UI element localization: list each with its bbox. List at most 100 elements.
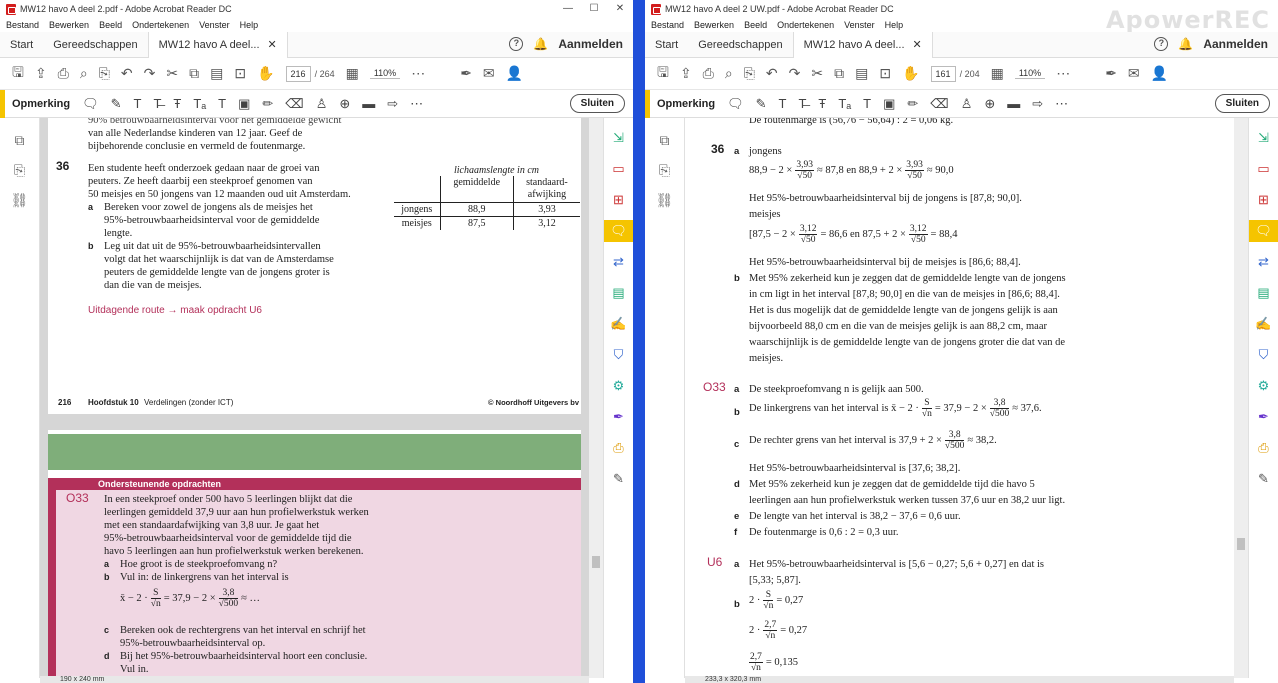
attach-file-icon[interactable]: ⊕ — [339, 96, 350, 112]
arrow-icon[interactable]: ⇨ — [1032, 96, 1043, 112]
add-text-icon[interactable]: T — [218, 96, 226, 111]
close-window-button[interactable]: ✕ — [607, 0, 633, 18]
save-icon[interactable]: 🖫 — [657, 62, 669, 86]
fit-icon[interactable]: ▦ — [346, 65, 359, 82]
text-icon[interactable]: T — [134, 96, 142, 111]
add-user-icon[interactable]: 👤 — [1151, 65, 1168, 82]
protect-icon[interactable]: ⛉ — [604, 344, 633, 366]
document-viewport[interactable]: 90% betrouwbaarheidsinterval voor het ge… — [40, 118, 589, 678]
comment-tool-icon[interactable]: 🗨 — [604, 220, 633, 242]
attach-icon[interactable]: ⎘ — [99, 65, 110, 82]
scroll-thumb[interactable] — [1237, 538, 1245, 550]
stamp-icon[interactable]: ♙ — [961, 96, 973, 112]
strikethrough-icon[interactable]: T̶ — [798, 96, 806, 111]
layers-icon[interactable]: ⛓ — [0, 192, 39, 208]
more-icon[interactable]: ⋯ — [1056, 65, 1070, 82]
strikethrough-icon[interactable]: T̶ — [153, 96, 161, 111]
menu-venster[interactable]: Venster — [844, 20, 875, 30]
scan-icon[interactable]: ⎙ — [1249, 437, 1278, 459]
scan-icon[interactable]: ⎙ — [604, 437, 633, 459]
tab-start[interactable]: Start — [0, 32, 43, 58]
menu-bestand[interactable]: Bestand — [6, 20, 39, 30]
bell-icon[interactable]: 🔔 — [1178, 37, 1193, 51]
hand-icon[interactable]: ✋ — [902, 65, 919, 82]
signin-button[interactable]: Aanmelden — [1203, 37, 1268, 51]
menu-bewerken[interactable]: Bewerken — [694, 20, 734, 30]
close-comment-button[interactable]: Sluiten — [569, 94, 625, 113]
tab-document[interactable]: MW12 havo A deel... ✕ — [147, 31, 288, 58]
copy-icon[interactable]: ⧉ — [189, 65, 199, 82]
snapshot-icon[interactable]: ⊡ — [879, 65, 891, 82]
textbox-icon[interactable]: ▣ — [238, 96, 250, 112]
vertical-scrollbar[interactable] — [589, 118, 603, 678]
insert-text-icon[interactable]: Tₐ — [193, 96, 206, 111]
signin-button[interactable]: Aanmelden — [558, 37, 623, 51]
export-pdf-icon[interactable]: ⇲ — [604, 127, 633, 149]
eraser-icon[interactable]: ⌫ — [930, 96, 948, 112]
add-user-icon[interactable]: 👤 — [506, 65, 523, 82]
highlight-icon[interactable]: ✎ — [111, 96, 122, 112]
sign-icon[interactable]: ✒ — [1105, 65, 1117, 82]
stamp-icon[interactable]: ♙ — [316, 96, 328, 112]
organize-pages-icon[interactable]: ▤ — [1249, 282, 1278, 304]
fit-icon[interactable]: ▦ — [991, 65, 1004, 82]
menu-bewerken[interactable]: Bewerken — [49, 20, 89, 30]
protect-icon[interactable]: ⛉ — [1249, 344, 1278, 366]
eraser-icon[interactable]: ⌫ — [285, 96, 303, 112]
snapshot-icon[interactable]: ⊡ — [234, 65, 246, 82]
bell-icon[interactable]: 🔔 — [533, 37, 548, 51]
tab-document[interactable]: MW12 havo A deel... ✕ — [792, 31, 933, 58]
tab-start[interactable]: Start — [645, 32, 688, 58]
cut-icon[interactable]: ✂ — [166, 65, 178, 82]
hand-icon[interactable]: ✋ — [257, 65, 274, 82]
replace-text-icon[interactable]: Ŧ — [173, 96, 181, 111]
redo-icon[interactable]: ↷ — [144, 65, 156, 82]
undo-icon[interactable]: ↶ — [766, 65, 778, 82]
fill-sign-icon[interactable]: ✍ — [604, 313, 633, 335]
optimize-icon[interactable]: ⚙ — [1249, 375, 1278, 397]
line-icon[interactable]: ▬ — [1007, 96, 1020, 111]
undo-icon[interactable]: ↶ — [121, 65, 133, 82]
menu-ondertekenen[interactable]: Ondertekenen — [777, 20, 834, 30]
close-comment-button[interactable]: Sluiten — [1214, 94, 1270, 113]
attach-file-icon[interactable]: ⊕ — [984, 96, 995, 112]
line-icon[interactable]: ▬ — [362, 96, 375, 111]
highlight-icon[interactable]: ✎ — [756, 96, 767, 112]
menu-ondertekenen[interactable]: Ondertekenen — [132, 20, 189, 30]
tab-gereedschappen[interactable]: Gereedschappen — [43, 32, 147, 58]
send-sign-icon[interactable]: ✒ — [604, 406, 633, 428]
print-icon[interactable]: ⎙ — [58, 65, 69, 82]
create-pdf-icon[interactable]: ▭ — [1249, 158, 1278, 180]
edit-pdf-icon[interactable]: ⊞ — [1249, 189, 1278, 211]
optimize-icon[interactable]: ⚙ — [604, 375, 633, 397]
more-tools-rail-icon[interactable]: ✎ — [604, 468, 633, 490]
create-pdf-icon[interactable]: ▭ — [604, 158, 633, 180]
vertical-scrollbar[interactable] — [1234, 118, 1248, 678]
zoom-select[interactable]: 110% — [1014, 68, 1046, 79]
text-icon[interactable]: T — [779, 96, 787, 111]
arrow-icon[interactable]: ⇨ — [387, 96, 398, 112]
help-icon[interactable]: ? — [509, 37, 524, 51]
textbox-icon[interactable]: ▣ — [883, 96, 895, 112]
document-viewport[interactable]: De foutenmarge is (56,76 − 56,64) : 2 = … — [685, 118, 1234, 678]
upload-icon[interactable]: ⇪ — [35, 65, 47, 82]
maximize-button[interactable]: ☐ — [581, 0, 607, 18]
more-tools-rail-icon[interactable]: ✎ — [1249, 468, 1278, 490]
sign-icon[interactable]: ✒ — [460, 65, 472, 82]
insert-text-icon[interactable]: Tₐ — [838, 96, 851, 111]
more-tools-icon[interactable]: ⋯ — [410, 96, 423, 112]
save-icon[interactable]: 🖫 — [12, 62, 24, 86]
route-link[interactable]: Uitdagende route → maak opdracht U6 — [88, 304, 262, 317]
paste-icon[interactable]: ▤ — [210, 65, 223, 82]
mail-icon[interactable]: ✉ — [483, 65, 495, 82]
combine-files-icon[interactable]: ⇄ — [1249, 251, 1278, 273]
help-icon[interactable]: ? — [1154, 37, 1169, 51]
replace-text-icon[interactable]: Ŧ — [818, 96, 826, 111]
close-tab-icon[interactable]: ✕ — [268, 32, 277, 58]
attachments-icon[interactable]: ⎘ — [645, 162, 684, 178]
page-input[interactable]: 216 — [285, 65, 311, 82]
upload-icon[interactable]: ⇪ — [680, 65, 692, 82]
search-icon[interactable]: ⌕ — [725, 65, 733, 82]
export-pdf-icon[interactable]: ⇲ — [1249, 127, 1278, 149]
pencil-icon[interactable]: ✏ — [907, 96, 918, 112]
